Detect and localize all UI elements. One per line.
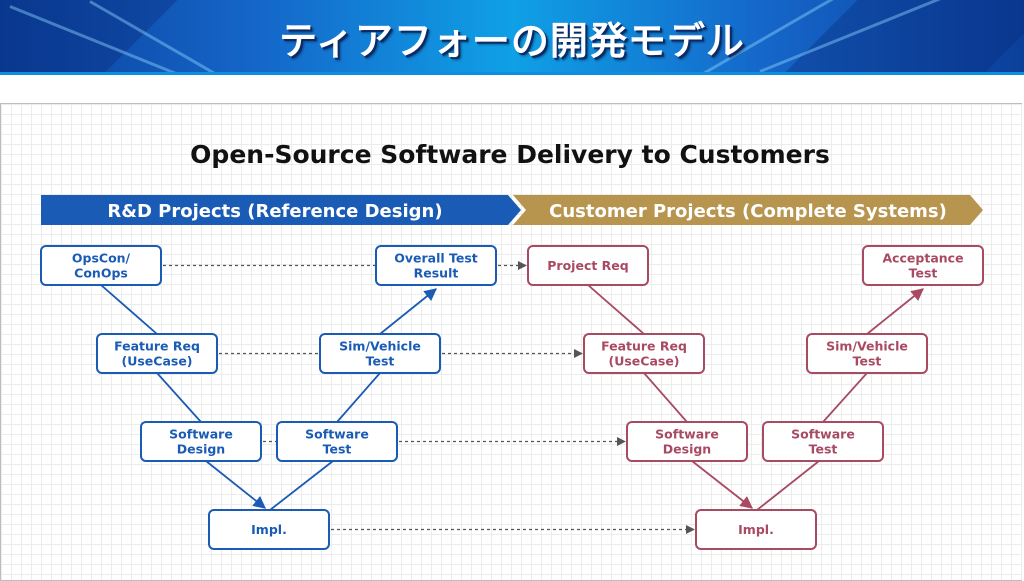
node-label: Sim/Vehicle bbox=[826, 339, 908, 354]
node-label: OpsCon/ bbox=[72, 251, 131, 266]
node-rd-simtest: Sim/VehicleTest bbox=[320, 334, 440, 373]
band-customer: Customer Projects (Complete Systems) bbox=[513, 195, 983, 225]
node-label: ConOps bbox=[74, 266, 128, 281]
flow-connector-cu-projreq-to-cu-feature bbox=[588, 285, 644, 334]
flow-connector-cu-simtest-to-cu-accept bbox=[867, 289, 923, 334]
band-rd-label: R&D Projects (Reference Design) bbox=[107, 201, 442, 222]
node-rd-swdesign: SoftwareDesign bbox=[141, 422, 261, 461]
v-model-diagram: Open-Source Software Delivery to Custome… bbox=[0, 0, 1024, 580]
flow-connector-rd-impl-to-rd-swtest bbox=[270, 461, 333, 510]
node-label: Acceptance bbox=[882, 251, 963, 266]
node-cu-projreq: Project Req bbox=[528, 246, 648, 285]
node-label: Test bbox=[323, 442, 352, 457]
node-label: Design bbox=[663, 442, 711, 457]
node-label: (UseCase) bbox=[121, 354, 192, 369]
node-cu-swdesign: SoftwareDesign bbox=[627, 422, 747, 461]
node-label: Software bbox=[305, 427, 369, 442]
flow-connector-cu-impl-to-cu-swtest bbox=[757, 461, 819, 510]
diagram-title: Open-Source Software Delivery to Custome… bbox=[190, 140, 830, 169]
node-label: Design bbox=[177, 442, 225, 457]
node-label: (UseCase) bbox=[608, 354, 679, 369]
node-cu-accept: AcceptanceTest bbox=[863, 246, 983, 285]
flow-connector-rd-feature-to-rd-swdesign bbox=[157, 373, 201, 422]
node-label: Feature Req bbox=[114, 339, 200, 354]
flow-connector-cu-swtest-to-cu-simtest bbox=[823, 373, 867, 422]
node-label: Test bbox=[909, 266, 938, 281]
band-rd: R&D Projects (Reference Design) bbox=[41, 195, 521, 225]
node-label: Test bbox=[853, 354, 882, 369]
node-rd-feature: Feature Req(UseCase) bbox=[97, 334, 217, 373]
node-label: Feature Req bbox=[601, 339, 687, 354]
node-rd-opscon: OpsCon/ConOps bbox=[41, 246, 161, 285]
flow-connector-cu-swdesign-to-cu-impl bbox=[692, 461, 752, 508]
node-cu-simtest: Sim/VehicleTest bbox=[807, 334, 927, 373]
node-label: Sim/Vehicle bbox=[339, 339, 421, 354]
node-label: Result bbox=[414, 266, 459, 281]
flow-connector-rd-opscon-to-rd-feature bbox=[101, 285, 157, 334]
node-rd-swtest: SoftwareTest bbox=[277, 422, 397, 461]
node-rd-overall: Overall TestResult bbox=[376, 246, 496, 285]
flow-connector-rd-simtest-to-rd-overall bbox=[380, 289, 436, 334]
node-label: Overall Test bbox=[394, 251, 478, 266]
node-label: Impl. bbox=[251, 522, 287, 537]
node-label: Test bbox=[366, 354, 395, 369]
flow-connector-cu-feature-to-cu-swdesign bbox=[644, 373, 687, 422]
band-customer-label: Customer Projects (Complete Systems) bbox=[549, 201, 947, 222]
flow-connector-rd-swtest-to-rd-simtest bbox=[337, 373, 380, 422]
node-cu-impl: Impl. bbox=[696, 510, 816, 549]
node-label: Test bbox=[809, 442, 838, 457]
node-label: Project Req bbox=[547, 258, 628, 273]
node-cu-swtest: SoftwareTest bbox=[763, 422, 883, 461]
node-label: Software bbox=[655, 427, 719, 442]
node-rd-impl: Impl. bbox=[209, 510, 329, 549]
node-label: Impl. bbox=[738, 522, 774, 537]
node-label: Software bbox=[169, 427, 233, 442]
flow-connector-rd-swdesign-to-rd-impl bbox=[206, 461, 265, 508]
node-cu-feature: Feature Req(UseCase) bbox=[584, 334, 704, 373]
node-label: Software bbox=[791, 427, 855, 442]
